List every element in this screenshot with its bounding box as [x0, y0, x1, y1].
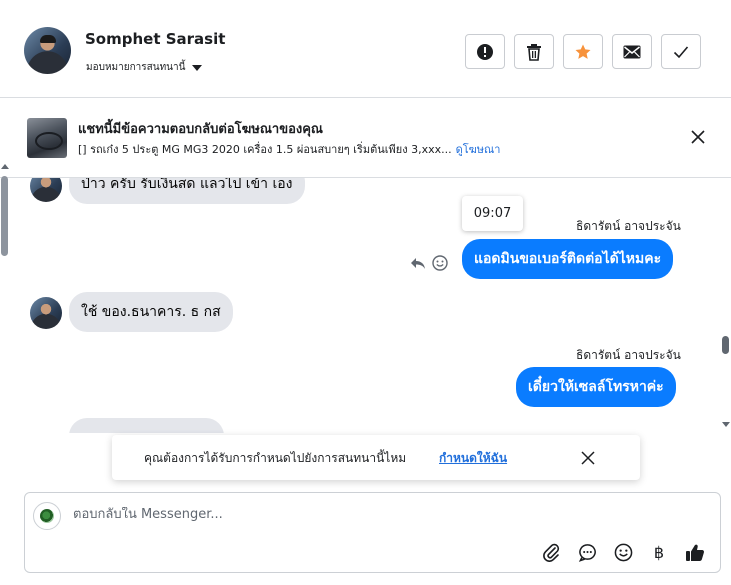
reply-input[interactable]: [73, 507, 573, 522]
mark-unread-button[interactable]: [612, 34, 652, 69]
composer-tools: ฿: [540, 541, 706, 563]
message-bubble-incoming-partial[interactable]: [69, 418, 224, 433]
star-icon: [575, 44, 591, 59]
saved-reply-button[interactable]: [576, 541, 598, 563]
close-icon[interactable]: [691, 130, 705, 144]
like-button[interactable]: [684, 541, 706, 563]
scroll-down-arrow-icon[interactable]: [722, 422, 730, 427]
trash-icon: [527, 43, 541, 61]
checkmark-icon: [673, 45, 689, 58]
ad-thumbnail[interactable]: [27, 118, 67, 158]
assign-label: มอบหมายการสนทนานี้: [86, 62, 186, 73]
contact-avatar-small[interactable]: [30, 178, 62, 202]
react-emoji-icon[interactable]: [432, 255, 448, 271]
ad-description: [] รถเก๋ง 5 ประตู MG MG3 2020 เครื่อง 1.…: [78, 143, 452, 156]
report-button[interactable]: [465, 34, 505, 69]
ad-banner-title: แชทนี้มีข้อความตอบกลับต่อโฆษณาของคุณ: [78, 122, 323, 137]
close-icon[interactable]: [581, 451, 595, 465]
message-bubble-incoming[interactable]: ใช้ ของ.ธนาคาร. ธ กส: [69, 292, 233, 332]
ad-reply-banner: แชทนี้มีข้อความตอบกลับต่อโฆษณาของคุณ [] …: [0, 98, 731, 178]
message-actions: [410, 255, 448, 271]
baht-icon: ฿: [653, 542, 665, 562]
inbox-conversation-panel: Somphet Sarasit มอบหมายการสนทนานี้ แชทนี…: [0, 0, 731, 585]
mark-done-button[interactable]: [661, 34, 701, 69]
delete-button[interactable]: [514, 34, 554, 69]
assign-reminder-toast: คุณต้องการได้รับการกำหนดไปยังการสนทนานี้…: [112, 435, 640, 480]
page-avatar: [33, 502, 61, 530]
header-actions: [465, 34, 701, 69]
star-button[interactable]: [563, 34, 603, 69]
view-ad-link[interactable]: ดูโฆษณา: [456, 143, 501, 156]
sender-name: ธิดารัตน์ อาจประจัน: [576, 348, 681, 362]
sender-name: ธิดารัตน์ อาจประจัน: [576, 219, 681, 233]
contact-avatar-small[interactable]: [30, 297, 62, 329]
assign-conversation-dropdown[interactable]: มอบหมายการสนทนานี้: [86, 60, 203, 75]
right-scrollbar[interactable]: [721, 178, 731, 434]
exclamation-circle-icon: [477, 43, 493, 60]
contact-name[interactable]: Somphet Sarasit: [85, 30, 225, 48]
reply-icon[interactable]: [410, 256, 426, 270]
payment-button[interactable]: ฿: [648, 541, 670, 563]
scrollbar-thumb[interactable]: [722, 336, 729, 354]
message-time-tooltip: 09:07: [462, 196, 523, 231]
message-composer: ฿: [24, 492, 721, 573]
message-bubble-outgoing[interactable]: เดี๋ยวให้เซลล์โทรหาค่ะ: [516, 367, 676, 407]
caret-down-icon: [192, 64, 203, 71]
ad-banner-subtitle: [] รถเก๋ง 5 ประตู MG MG3 2020 เครื่อง 1.…: [78, 140, 500, 158]
chat-bubble-icon: [578, 543, 596, 562]
emoji-icon: [614, 543, 632, 561]
conversation-header: Somphet Sarasit มอบหมายการสนทนานี้: [0, 0, 731, 98]
thumbs-up-icon: [686, 544, 705, 561]
assign-reminder-text: คุณต้องการได้รับการกำหนดไปยังการสนทนานี้…: [144, 451, 407, 465]
contact-avatar[interactable]: [24, 27, 71, 74]
message-thread: ป่าว ครับ รับเงินสด แลวไป เข้า เอง 09:07…: [0, 178, 731, 433]
scroll-up-arrow-icon[interactable]: [1, 164, 9, 169]
attach-button[interactable]: [540, 541, 562, 563]
message-bubble-incoming[interactable]: ป่าว ครับ รับเงินสด แลวไป เข้า เอง: [69, 178, 305, 204]
message-bubble-outgoing[interactable]: แอดมินขอเบอร์ติดต่อได้ไหมคะ: [462, 239, 674, 279]
paperclip-icon: [543, 543, 560, 562]
envelope-icon: [623, 45, 641, 58]
assign-to-me-link[interactable]: กำหนดให้ฉัน: [439, 449, 507, 468]
emoji-button[interactable]: [612, 541, 634, 563]
